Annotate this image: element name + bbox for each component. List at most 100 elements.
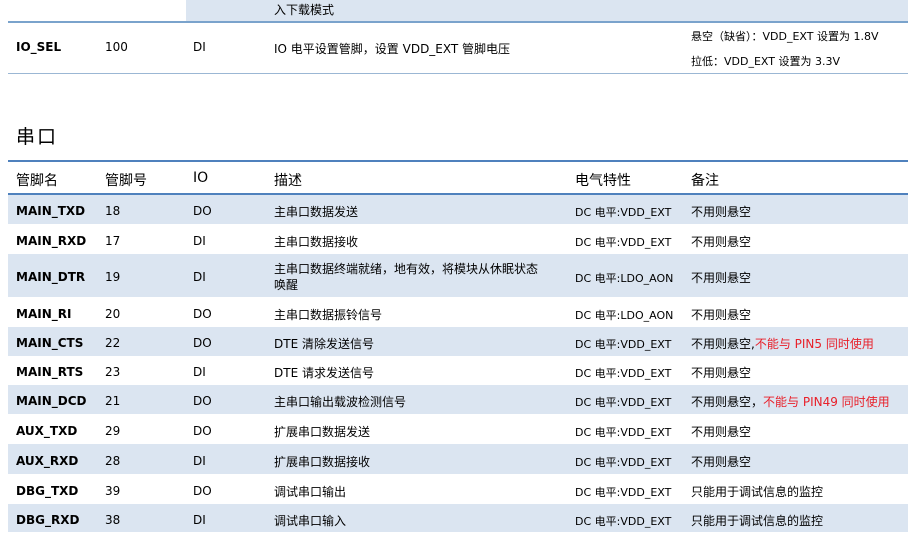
cell-electrical: DC 电平:VDD_EXT [575,426,672,439]
table-row: DBG_TXD 39 DO 调试串口输出 DC 电平:VDD_EXT 只能用于调试信息的监… [8,475,908,504]
cell-io: DO [193,424,212,438]
cell-note-warning: 不能与 PIN49 同时使用 [763,395,890,409]
cell-pin-number: 17 [105,234,121,248]
cell-note: 不用则悬空 [691,366,752,380]
cell-electrical: DC 电平:VDD_EXT [575,456,672,469]
cell-pin-name: MAIN_RI [16,307,72,321]
cell-electrical: DC 电平:VDD_EXT [575,515,672,528]
cell-electrical: DC 电平:LDO_AON [575,309,674,322]
cell-pin-number: 20 [105,307,121,321]
header-elec: 电气特性 [575,173,631,189]
cell-pin-name: AUX_TXD [16,424,78,438]
table-header: 管脚名 管脚号 IO 描述 电气特性 备注 [8,160,908,195]
header-name: 管脚名 [16,173,58,189]
cell-pin-name: MAIN_RXD [16,234,87,248]
cell-desc: 主串口数据接收 [274,235,359,249]
cell-electrical: DC 电平:VDD_EXT [575,486,672,499]
cell-pin-name: MAIN_DTR [16,270,86,284]
cell-io: DO [193,204,212,218]
cell-desc: 主串口输出载波检测信号 [274,395,407,409]
cell-desc: 扩展串口数据接收 [274,455,371,469]
cell-note-warning: 不能与 PIN5 同时使用 [754,337,874,351]
cell-electrical: DC 电平:VDD_EXT [575,396,672,409]
cell-desc-line2: 唤醒 [274,278,299,292]
cell-desc: 主串口数据振铃信号 [274,308,383,322]
header-io: IO [193,170,209,186]
cell-pin-name: AUX_RXD [16,454,79,468]
table-row: MAIN_CTS 22 DO DTE 清除发送信号 DC 电平:VDD_EXT 不用则悬空… [8,327,908,357]
table-row: AUX_RXD 28 DI 扩展串口数据接收 DC 电平:VDD_EXT 不用则悬空 [8,444,908,475]
cell-electrical: DC 电平:VDD_EXT [575,206,672,219]
table-row: MAIN_DCD 21 DO 主串口输出载波检测信号 DC 电平:VDD_EXT 不用则悬… [8,385,908,415]
cell-note: 不用则悬空，不能与 PIN49 同时使用 [691,395,890,409]
uart-pin-table: 管脚名 管脚号 IO 描述 电气特性 备注 MAIN_TXD 18 DO 主串口数据发… [8,160,908,533]
table-row: MAIN_RTS 23 DI DTE 请求发送信号 DC 电平:VDD_EXT 不用则悬空 [8,357,908,385]
cell-pin-number: 22 [105,336,121,350]
cell-pin-name: MAIN_DCD [16,394,87,408]
cell-pin-number: 38 [105,513,121,527]
pin-number: 100 [105,40,128,54]
cell-pin-name: MAIN_CTS [16,336,84,350]
pin-desc: IO 电平设置管脚，设置 VDD_EXT 管脚电压 [274,42,511,56]
cell-desc: 调试串口输出 [274,485,347,499]
cell-electrical: DC 电平:VDD_EXT [575,338,672,351]
header-num: 管脚号 [105,173,147,189]
cell-pin-number: 21 [105,394,121,408]
table-row: MAIN_RXD 17 DI 主串口数据接收 DC 电平:VDD_EXT 不用则悬空 [8,225,908,254]
cell-io: DO [193,484,212,498]
prev-row-desc: 入下载模式 [274,3,335,17]
io-sel-row: IO_SEL 100 DI IO 电平设置管脚，设置 VDD_EXT 管脚电压 … [8,23,908,74]
cell-pin-number: 23 [105,365,121,379]
cell-desc: DTE 清除发送信号 [274,337,374,351]
table-row: MAIN_RI 20 DO 主串口数据振铃信号 DC 电平:LDO_AON 不用则悬空 [8,298,908,327]
cell-note: 不用则悬空 [691,308,752,322]
cell-pin-number: 28 [105,454,121,468]
cell-io: DI [193,513,206,527]
header-desc: 描述 [274,173,302,189]
cell-pin-number: 19 [105,270,121,284]
row-white-strip [8,0,186,21]
cell-pin-name: DBG_TXD [16,484,79,498]
pin-note-line1: 悬空（缺省）：VDD_EXT 设置为 1.8V [691,30,879,43]
table-row: DBG_RXD 38 DI 调试串口输入 DC 电平:VDD_EXT 只能用于调试信息的监… [8,504,908,533]
pin-io: DI [193,40,206,54]
cell-io: DI [193,454,206,468]
cell-io: DI [193,234,206,248]
table-row: MAIN_DTR 19 DI 主串口数据终端就绪，地有效，将模块从休眠状态 唤醒 DC 电… [8,254,908,298]
pin-note-line2: 拉低：VDD_EXT 设置为 3.3V [691,55,840,68]
table-body: MAIN_TXD 18 DO 主串口数据发送 DC 电平:VDD_EXT 不用则悬空 MAI… [8,195,908,533]
cell-note: 不用则悬空 [691,271,752,285]
pin-name: IO_SEL [16,40,62,54]
cell-note: 不用则悬空 [691,205,752,219]
cell-io: DI [193,270,206,284]
cell-pin-name: MAIN_TXD [16,204,86,218]
cell-desc: 扩展串口数据发送 [274,425,371,439]
cell-io: DO [193,336,212,350]
previous-table-row: 入下载模式 [8,0,908,23]
cell-io: DO [193,394,212,408]
cell-note: 不用则悬空 [691,235,752,249]
cell-pin-number: 18 [105,204,121,218]
cell-io: DO [193,307,212,321]
cell-desc: 主串口数据发送 [274,205,359,219]
section-title: 串口 [16,126,59,148]
cell-note: 不用则悬空 [691,455,752,469]
cell-pin-number: 39 [105,484,121,498]
cell-desc: 调试串口输入 [274,514,347,528]
cell-electrical: DC 电平:VDD_EXT [575,236,672,249]
cell-note: 不用则悬空,不能与 PIN5 同时使用 [691,337,874,351]
cell-electrical: DC 电平:LDO_AON [575,272,674,285]
table-row: MAIN_TXD 18 DO 主串口数据发送 DC 电平:VDD_EXT 不用则悬空 [8,195,908,225]
cell-note: 只能用于调试信息的监控 [691,485,824,499]
cell-note: 不用则悬空 [691,425,752,439]
cell-pin-name: DBG_RXD [16,513,80,527]
cell-note: 只能用于调试信息的监控 [691,514,824,528]
header-note: 备注 [691,173,719,189]
cell-pin-number: 29 [105,424,121,438]
table-row: AUX_TXD 29 DO 扩展串口数据发送 DC 电平:VDD_EXT 不用则悬空 [8,415,908,444]
cell-pin-name: MAIN_RTS [16,365,84,379]
cell-electrical: DC 电平:VDD_EXT [575,367,672,380]
cell-io: DI [193,365,206,379]
cell-desc: 主串口数据终端就绪，地有效，将模块从休眠状态 [274,262,539,276]
cell-desc: DTE 请求发送信号 [274,366,374,380]
